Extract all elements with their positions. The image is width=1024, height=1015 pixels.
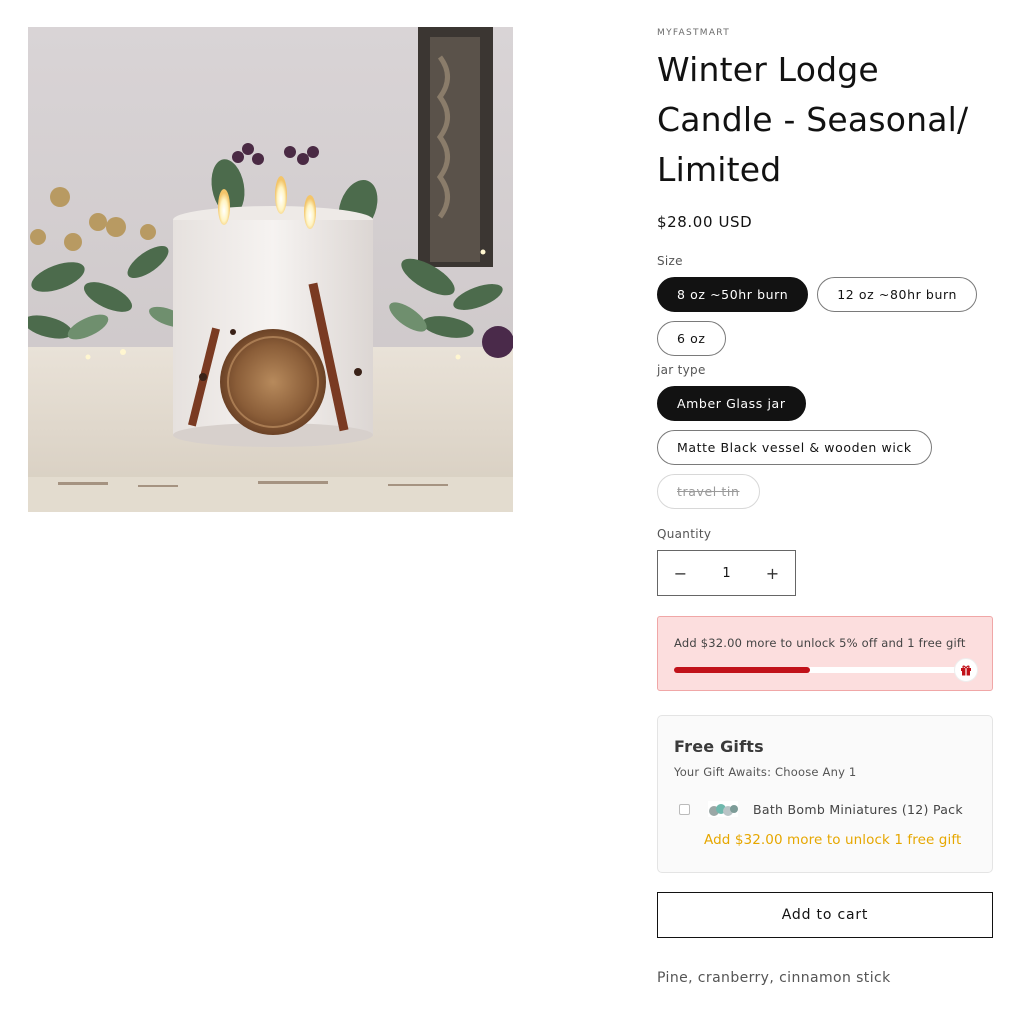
product-title: Winter Lodge Candle - Seasonal/ Limited	[657, 50, 969, 189]
size-option-12oz[interactable]: 12 oz ~80hr burn	[817, 277, 978, 312]
gift-item-name: Bath Bomb Miniatures (12) Pack	[753, 801, 963, 817]
candle-photo	[28, 27, 513, 512]
quantity-decrease-button[interactable]: −	[658, 551, 703, 595]
gift-icon	[954, 658, 978, 682]
add-to-cart-button[interactable]: Add to cart	[657, 892, 993, 938]
jar-option-matte-black[interactable]: Matte Black vessel & wooden wick	[657, 430, 932, 465]
gift-item: Bath Bomb Miniatures (12) Pack	[674, 801, 976, 817]
unlock-progress-fill	[674, 667, 811, 673]
jar-type-label: jar type	[657, 363, 706, 377]
jar-type-options: Amber Glass jar Matte Black vessel & woo…	[657, 386, 993, 509]
bath-bomb-thumbnail	[708, 801, 738, 817]
quantity-label: Quantity	[657, 527, 712, 541]
product-description: Pine, cranberry, cinnamon stick	[657, 970, 891, 986]
product-price: $28.00 USD	[657, 213, 753, 231]
size-option-8oz[interactable]: 8 oz ~50hr burn	[657, 277, 809, 312]
vendor-name: MYFASTMART	[657, 28, 730, 38]
size-label: Size	[657, 254, 683, 268]
jar-option-travel-tin[interactable]: travel tin	[657, 474, 760, 509]
quantity-input[interactable]	[703, 565, 750, 581]
unlock-progress-banner: Add $32.00 more to unlock 5% off and 1 f…	[657, 616, 993, 691]
product-info: MYFASTMART Winter Lodge Candle - Seasona…	[657, 27, 993, 988]
quantity-stepper: − +	[657, 550, 796, 596]
product-image[interactable]	[28, 27, 513, 512]
jar-option-amber-glass[interactable]: Amber Glass jar	[657, 386, 806, 421]
free-gifts-subtitle: Your Gift Awaits: Choose Any 1	[674, 765, 857, 779]
free-gifts-title: Free Gifts	[674, 737, 764, 756]
unlock-progress-text: Add $32.00 more to unlock 5% off and 1 f…	[674, 636, 966, 650]
quantity-increase-button[interactable]: +	[750, 551, 795, 595]
size-options: 8 oz ~50hr burn 12 oz ~80hr burn 6 oz	[657, 277, 993, 356]
unlock-progress-bar	[674, 667, 964, 673]
gift-unlock-text: Add $32.00 more to unlock 1 free gift	[704, 832, 962, 848]
free-gifts-panel: Free Gifts Your Gift Awaits: Choose Any …	[657, 715, 993, 873]
size-option-6oz[interactable]: 6 oz	[657, 321, 726, 356]
gift-item-checkbox[interactable]	[679, 803, 690, 815]
